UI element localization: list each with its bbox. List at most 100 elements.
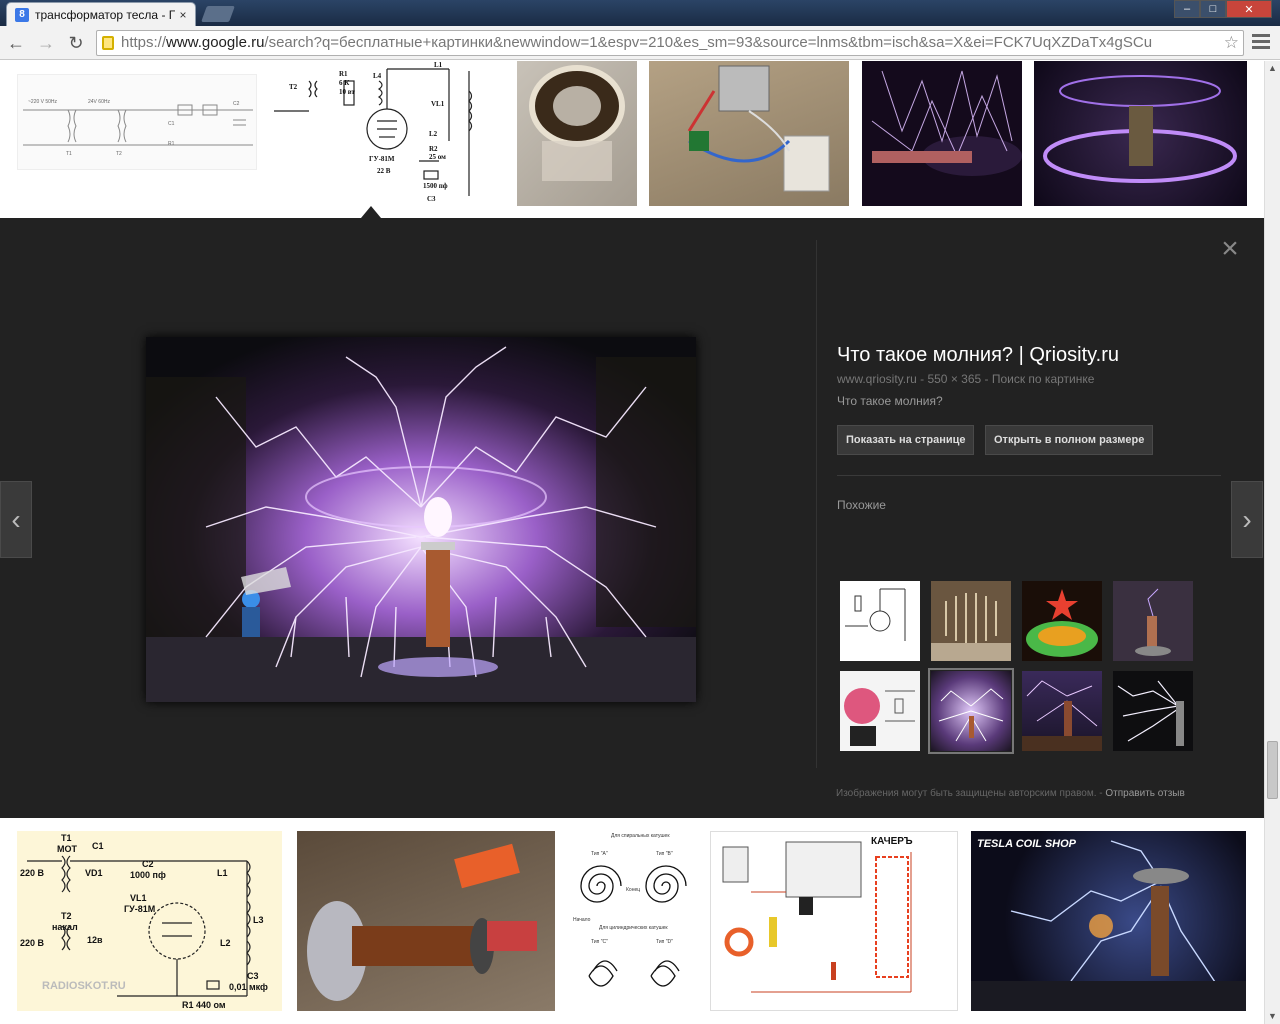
copyright-notice: Изображения могут быть защищены авторски…: [836, 788, 1097, 799]
schem-label-l2: L2: [429, 130, 438, 138]
menu-icon[interactable]: [1252, 34, 1270, 52]
preview-description: Что такое молния?: [837, 394, 943, 408]
coils-label-cylindrical: Для цилиндрических катушек: [599, 925, 668, 931]
new-tab-button[interactable]: [201, 6, 235, 22]
footer-separator: -: [1099, 788, 1103, 799]
svg-text:C2: C2: [233, 101, 240, 107]
sch2-label-c3: C3: [247, 971, 259, 981]
google-favicon-icon: 8: [15, 7, 29, 22]
sch2-label-220v-bottom: 220 В: [20, 938, 45, 948]
result-thumb-coil-ring[interactable]: [517, 61, 637, 206]
sch2-label-l2: L2: [220, 938, 231, 948]
send-feedback-link[interactable]: Отправить отзыв: [1105, 788, 1184, 799]
svg-text:T1: T1: [66, 151, 72, 157]
result-thumb-coil-types[interactable]: Для спиральных катушек Тип "А" Тип "В" К…: [571, 831, 699, 1011]
tab-title: трансформатор тесла - Г: [35, 7, 175, 22]
result-thumb-gu81m-schematic[interactable]: T1 MOT C1 220 В VD1 C2 1000 пф L1 VL1 ГУ…: [17, 831, 282, 1011]
schem-label-1500pf: 1500 пф: [423, 182, 448, 190]
similar-thumb-star-lamp[interactable]: [1022, 581, 1102, 661]
show-on-page-button[interactable]: Показать на странице: [837, 425, 975, 455]
bookmark-star-icon[interactable]: ☆: [1224, 31, 1239, 55]
similar-thumb-purple-arcs[interactable]: [1022, 671, 1102, 751]
kacher-title: КАЧЕРЪ: [871, 836, 913, 847]
result-thumb-kacher[interactable]: КАЧЕРЪ: [710, 831, 958, 1011]
result-thumb-plasma-coil[interactable]: [862, 61, 1022, 206]
sch2-label-l3: L3: [253, 915, 264, 925]
similar-thumb-wooden-coil[interactable]: [931, 581, 1011, 661]
radioskot-watermark: RADIOSKOT.RU: [42, 980, 126, 992]
lock-icon: [102, 36, 114, 50]
schem-label-22v: 22 В: [377, 167, 391, 175]
coils-label-type-a: Тип "А": [591, 851, 608, 857]
schem-label-gu81m: ГУ-81М: [369, 155, 395, 163]
window-controls: – □ ✕: [1174, 0, 1272, 18]
similar-thumb-schematic[interactable]: [840, 581, 920, 661]
result-thumb-purple-ring[interactable]: [1034, 61, 1247, 206]
maximize-button[interactable]: □: [1200, 0, 1226, 18]
url-scheme: https://: [121, 34, 167, 51]
svg-text:C1: C1: [168, 121, 175, 127]
similar-thumb-selected-lightning[interactable]: [928, 668, 1014, 754]
schem-label-t2: T2: [289, 83, 298, 91]
preview-image[interactable]: [146, 337, 696, 702]
similar-thumb-white-discharge[interactable]: [1113, 671, 1193, 751]
close-preview-icon[interactable]: ×: [1218, 234, 1242, 264]
similar-thumb-plasma-ball[interactable]: [840, 671, 920, 751]
open-full-size-button[interactable]: Открыть в полном размере: [985, 425, 1154, 455]
tesla-shop-logo: TESLA COIL SHOP: [977, 838, 1077, 850]
result-thumb-workbench-coil[interactable]: [297, 831, 555, 1011]
coils-label-type-b: Тип "В": [656, 851, 673, 857]
previous-image-arrow-icon[interactable]: ‹: [0, 481, 32, 558]
result-thumb-tesla-coil-shop[interactable]: TESLA COIL SHOP: [971, 831, 1246, 1011]
url-domain: www.google.ru: [166, 34, 265, 51]
copyright-footer: Изображения могут быть защищены авторски…: [836, 788, 1185, 799]
result-thumb-electronics[interactable]: [649, 61, 849, 206]
preview-meta: www.qriosity.ru - 550 × 365 - Поиск по к…: [837, 372, 1095, 386]
schem-label-25om: 25 ом: [429, 153, 446, 161]
schem-label-10vt: 10 вт: [339, 88, 355, 96]
schem-label-r2: R2: [429, 145, 438, 153]
sch2-label-l1: L1: [217, 868, 228, 878]
close-window-button[interactable]: ✕: [1226, 0, 1272, 18]
back-arrow-icon[interactable]: ←: [4, 32, 28, 54]
image-results-page: ~220 V 50Hz 24V 60Hz R1 C2 C1 T1 T2 R1 L4 L1 V…: [0, 61, 1264, 1024]
browser-toolbar: ← → ↻ https://www.google.ru/search?q=бес…: [0, 26, 1280, 60]
svg-text:R1: R1: [168, 141, 175, 147]
similar-thumb-small-coil[interactable]: [1113, 581, 1193, 661]
selected-result-pointer: [361, 206, 381, 218]
reload-icon[interactable]: ↻: [64, 32, 88, 54]
sch2-label-t1: T1: [61, 833, 72, 843]
title-bar: 8 трансформатор тесла - Г × – □ ✕: [0, 0, 1280, 26]
coils-label-type-c: Тип "С": [591, 939, 608, 945]
minimize-button[interactable]: –: [1174, 0, 1200, 18]
schem-label-c3: C3: [427, 195, 436, 203]
coils-label-start: Начало: [573, 917, 591, 923]
coils-label-type-d: Тип "D": [656, 939, 673, 945]
sch2-label-nakal: накал: [52, 922, 78, 932]
tab-close-icon[interactable]: ×: [175, 8, 191, 22]
scroll-down-arrow-icon[interactable]: ▼: [1268, 1011, 1277, 1021]
address-bar[interactable]: https://www.google.ru/search?q=бесплатны…: [96, 30, 1244, 56]
next-image-arrow-icon[interactable]: ›: [1231, 481, 1263, 558]
preview-title[interactable]: Что такое молния? | Qriosity.ru: [837, 344, 1119, 367]
page-scrollbar[interactable]: ▲ ▼: [1264, 61, 1280, 1024]
svg-text:24V 60Hz: 24V 60Hz: [88, 99, 110, 105]
sch2-label-c1: C1: [92, 841, 104, 851]
svg-text:~220 V 50Hz: ~220 V 50Hz: [28, 99, 58, 105]
similar-label: Похожие: [837, 498, 886, 512]
result-thumb-circuit-1[interactable]: ~220 V 50Hz 24V 60Hz R1 C2 C1 T1 T2: [17, 74, 257, 170]
sch2-label-001mkf: 0,01 мкф: [229, 982, 268, 992]
browser-tab[interactable]: 8 трансформатор тесла - Г ×: [6, 2, 196, 26]
scrollbar-thumb[interactable]: [1267, 741, 1278, 799]
sch2-label-mot: MOT: [57, 844, 77, 854]
svg-text:T2: T2: [116, 151, 122, 157]
preview-divider: [816, 240, 817, 768]
coils-label-spiral: Для спиральных катушек: [611, 833, 670, 839]
image-preview-panel: × ‹ › Что такое молния? | Qriosity.ru ww…: [0, 218, 1264, 818]
result-thumb-tube-schematic[interactable]: R1 L4 L1 VL1 L2 R2 C3 T2 22 В 1500 пф ГУ…: [269, 61, 505, 206]
sch2-label-1000pf: 1000 пф: [130, 870, 166, 880]
forward-arrow-icon[interactable]: →: [34, 32, 58, 54]
schem-label-6k: 6 К: [339, 79, 350, 87]
scroll-up-arrow-icon[interactable]: ▲: [1268, 63, 1277, 73]
sch2-label-12v-top: 12в: [87, 935, 103, 945]
